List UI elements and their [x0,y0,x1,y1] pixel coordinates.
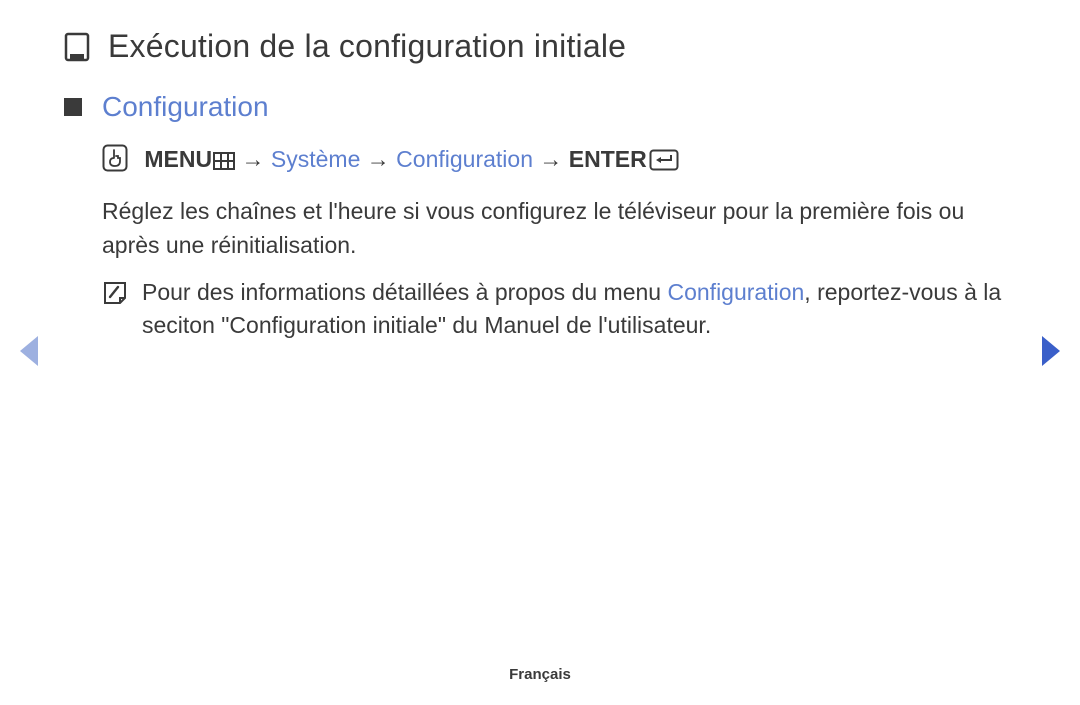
menu-grid-icon [213,146,235,179]
square-bullet-icon [64,98,82,116]
section-heading-row: Configuration [64,91,1016,123]
note-highlight: Configuration [667,279,804,305]
arrow-2: → [367,146,390,172]
page-title: Exécution de la configuration initiale [108,28,626,65]
path-step-systeme: Système [271,146,360,172]
book-icon [64,32,90,62]
note-icon [102,280,128,315]
menu-path: MENU → Système → Configuration → ENTER [102,143,1016,181]
enter-label: ENTER [569,146,647,172]
menu-label: MENU [144,146,212,172]
note-prefix: Pour des informations détaillées à propo… [142,279,667,305]
touch-icon [102,144,128,181]
prev-page-arrow[interactable] [18,334,40,373]
body-paragraph: Réglez les chaînes et l'heure si vous co… [102,195,1016,262]
path-step-configuration: Configuration [396,146,533,172]
arrow-3: → [539,146,562,172]
section-heading: Configuration [102,91,269,123]
enter-icon [649,147,679,180]
arrow-1: → [242,146,265,172]
next-page-arrow[interactable] [1040,334,1062,373]
note-row: Pour des informations détaillées à propo… [102,276,1016,343]
page-title-row: Exécution de la configuration initiale [64,28,1016,65]
footer-language: Français [0,666,1080,683]
note-text: Pour des informations détaillées à propo… [142,276,1016,343]
